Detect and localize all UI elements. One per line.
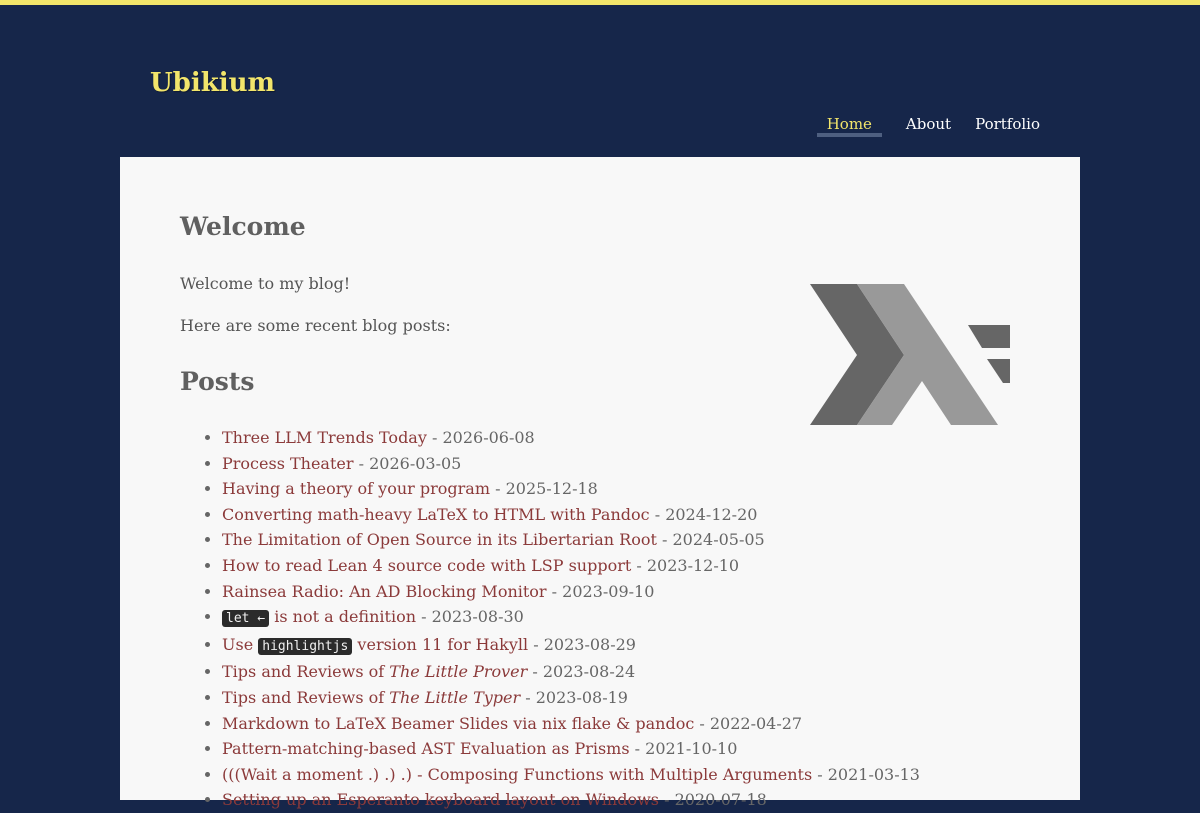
posts-heading: Posts (180, 367, 255, 396)
post-title: is not a definition (269, 607, 417, 627)
post-date: - 2023-08-29 (528, 634, 636, 654)
post-list-item: Markdown to LaTeX Beamer Slides via nix … (222, 711, 1082, 737)
post-title-code: highlightjs (258, 637, 353, 655)
post-date: - 2023-08-19 (520, 687, 628, 707)
post-date: - 2023-08-24 (527, 662, 636, 682)
post-title: Converting math-heavy LaTeX to HTML with… (222, 504, 650, 524)
post-date: - 2021-03-13 (812, 764, 920, 784)
post-title: (((Wait a moment .) .) .) - Composing Fu… (222, 764, 813, 784)
post-title: Process Theater (222, 453, 354, 473)
post-link[interactable]: Having a theory of your program (222, 479, 490, 498)
intro-text: Here are some recent blog posts: (180, 316, 451, 335)
haskell-logo-icon (810, 284, 1010, 425)
post-date: - 2026-06-08 (426, 428, 535, 447)
post-date: - 2022-04-27 (694, 713, 803, 733)
post-date: - 2023-12-10 (631, 555, 740, 575)
post-link[interactable]: Tips and Reviews of The Little Prover (222, 662, 527, 681)
post-link[interactable]: Process Theater (222, 454, 354, 473)
post-title: Having a theory of your program (222, 479, 490, 499)
post-list-item: Three LLM Trends Today - 2026-06-08 (222, 425, 1082, 451)
post-title: The Limitation of Open Source in its Lib… (222, 530, 657, 550)
site-title-link[interactable]: Ubikium (150, 68, 275, 98)
welcome-text: Welcome to my blog! (180, 274, 351, 293)
post-link[interactable]: Converting math-heavy LaTeX to HTML with… (222, 505, 650, 524)
post-title: Pattern-matching-based AST Evaluation as… (222, 739, 630, 759)
page-heading: Welcome (180, 212, 306, 241)
post-date: - 2023-09-10 (546, 581, 655, 601)
post-list-item: How to read Lean 4 source code with LSP … (222, 553, 1082, 579)
nav-about-link[interactable]: About (906, 115, 951, 133)
post-link[interactable]: Markdown to LaTeX Beamer Slides via nix … (222, 714, 694, 733)
main-nav: Home About Portfolio (816, 115, 1040, 137)
post-date: - 2021-10-10 (629, 739, 738, 759)
post-link[interactable]: The Limitation of Open Source in its Lib… (222, 530, 657, 549)
post-link[interactable]: Rainsea Radio: An AD Blocking Monitor (222, 582, 547, 601)
post-link[interactable]: Use highlightjs version 11 for Hakyll (222, 634, 529, 655)
post-date: - 2024-12-20 (649, 504, 758, 524)
post-date: - 2025-12-18 (490, 479, 598, 499)
post-title: How to read Lean 4 source code with LSP … (222, 555, 632, 575)
nav-home-link[interactable]: Home (816, 115, 883, 137)
post-list-item: Converting math-heavy LaTeX to HTML with… (222, 502, 1082, 528)
post-title-emphasis: The Little Prover (389, 662, 528, 682)
post-title-code: let ← (222, 610, 270, 628)
post-list-item: The Limitation of Open Source in its Lib… (222, 527, 1082, 553)
posts-list: Three LLM Trends Today - 2026-06-08Proce… (180, 425, 1082, 813)
post-link[interactable]: Tips and Reviews of The Little Typer (222, 688, 520, 707)
post-date: - 2026-03-05 (353, 453, 462, 473)
post-list-item: Pattern-matching-based AST Evaluation as… (222, 736, 1082, 762)
post-title-emphasis: The Little Typer (389, 687, 521, 707)
post-link[interactable]: let ← is not a definition (222, 607, 417, 628)
post-title-prefix: Tips and Reviews of (222, 687, 390, 707)
post-title-prefix: Tips and Reviews of (222, 662, 390, 682)
post-title: Markdown to LaTeX Beamer Slides via nix … (222, 713, 695, 733)
main-content: Welcome Welcome to my blog! Here are som… (120, 157, 1080, 809)
post-list-item: (((Wait a moment .) .) .) - Composing Fu… (222, 762, 1082, 788)
post-link[interactable]: Three LLM Trends Today (222, 428, 427, 447)
post-list-item: Use highlightjs version 11 for Hakyll - … (222, 632, 1082, 660)
post-list-item: Setting up an Esperanto keyboard layout … (222, 787, 1082, 813)
post-list-item: Process Theater - 2026-03-05 (222, 451, 1082, 477)
post-date: - 2023-08-30 (416, 607, 524, 627)
post-title: Three LLM Trends Today (222, 428, 427, 447)
post-title-prefix: Use (222, 634, 259, 654)
post-list-item: Tips and Reviews of The Little Typer - 2… (222, 685, 1082, 711)
post-list-item: Tips and Reviews of The Little Prover - … (222, 659, 1082, 685)
post-title: Rainsea Radio: An AD Blocking Monitor (222, 581, 547, 601)
post-link[interactable]: How to read Lean 4 source code with LSP … (222, 556, 631, 575)
post-list-item: let ← is not a definition - 2023-08-30 (222, 604, 1082, 632)
post-link[interactable]: (((Wait a moment .) .) .) - Composing Fu… (222, 765, 812, 784)
post-list-item: Having a theory of your program - 2025-1… (222, 476, 1082, 502)
top-accent-bar (0, 0, 1200, 5)
post-list-item: Rainsea Radio: An AD Blocking Monitor - … (222, 579, 1082, 605)
post-title: version 11 for Hakyll (352, 634, 529, 654)
nav-portfolio-link[interactable]: Portfolio (975, 115, 1040, 133)
post-link[interactable]: Pattern-matching-based AST Evaluation as… (222, 739, 630, 758)
post-date: - 2024-05-05 (656, 530, 765, 550)
